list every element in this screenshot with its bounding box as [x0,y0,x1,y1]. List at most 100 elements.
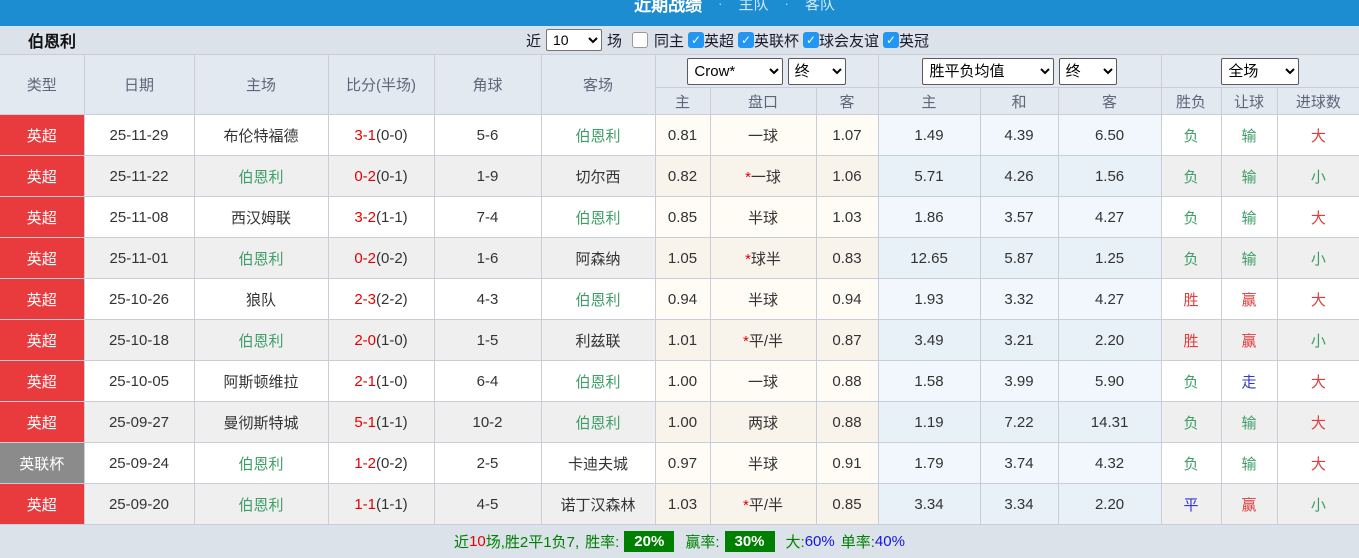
result-handicap: 输 [1241,127,1257,145]
date-cell: 25-11-22 [83,155,195,197]
europe-home-odds: 1.19 [877,401,981,443]
result-goals: 小 [1310,332,1326,350]
tab-home-team[interactable]: 主队 [738,0,768,14]
asia-away-odds: 1.06 [815,155,879,197]
europe-home-odds: 1.49 [877,114,981,156]
handicap-text: 平/半 [748,496,783,514]
single-rate-label: 单率: [840,534,875,551]
league-badge: 英超 [0,401,85,443]
europe-home-odds: 3.34 [877,483,981,525]
asia-home-odds: 0.85 [654,196,711,238]
league-checkbox-qiuhuiyouyi[interactable] [803,32,820,48]
result-wdl-cell: 负 [1160,196,1222,238]
league-checkbox-yinglianbei[interactable] [738,32,754,48]
result-goals: 大 [1310,291,1326,309]
result-wdl: 平 [1183,496,1199,514]
result-wdl: 胜 [1183,291,1199,309]
result-wdl-cell: 负 [1160,114,1222,156]
result-wdl: 负 [1183,455,1199,473]
separator-dot: · [718,0,723,11]
result-handicap: 输 [1241,455,1257,473]
league-badge: 英超 [0,483,85,525]
home-team-cell: 阿斯顿维拉 [193,360,329,402]
date-cell: 25-10-18 [83,319,195,361]
col-header-date: 日期 [83,54,195,115]
full-time-score: 2-0 [354,331,376,349]
score-cell: 3-1(0-0) [327,114,435,156]
europe-time-select[interactable]: 终 [1058,57,1117,85]
europe-draw-odds: 3.21 [979,319,1059,361]
score-cell: 5-1(1-1) [327,401,435,443]
corner-cell: 1-6 [433,237,542,279]
europe-away-odds: 1.56 [1057,155,1162,197]
result-handicap: 赢 [1241,496,1257,514]
handicap-text: 一球 [750,168,781,186]
recent-count-select[interactable]: 10 [545,29,602,51]
result-goals: 大 [1310,414,1326,432]
recent-label: 近 [525,32,541,50]
asia-handicap-cell: *球半 [709,237,817,279]
league-label-qiuhuiyouyi: 球会友谊 [819,32,880,50]
asia-home-odds: 1.00 [654,401,711,443]
away-team-cell: 卡迪夫城 [540,442,656,484]
col-header-corner: 角球 [433,54,542,115]
section-title: 近期战绩 [634,0,703,15]
league-label-yingguan: 英冠 [899,32,930,50]
table-row: 英超 25-09-27 曼彻斯特城 5-1(1-1) 10-2 伯恩利 1.00… [0,401,1359,443]
asia-company-select[interactable]: Crow* [687,57,784,85]
full-time-score: 5-1 [354,413,376,431]
full-time-score: 0-2 [354,249,376,267]
result-handicap: 输 [1241,414,1257,432]
away-team-cell: 伯恩利 [540,278,656,320]
date-cell: 25-09-27 [83,401,195,443]
result-handicap-cell: 输 [1220,401,1278,443]
single-rate: 40% [874,533,905,550]
table-row: 英联杯 25-09-24 伯恩利 1-2(0-2) 2-5 卡迪夫城 0.97 … [0,442,1359,484]
subheader-result-wdl: 胜负 [1160,87,1222,115]
scope-select[interactable]: 全场 [1221,57,1300,85]
half-time-score: (1-0) [376,331,408,349]
result-wdl: 负 [1183,209,1199,227]
europe-draw-odds: 3.99 [979,360,1059,402]
europe-company-select[interactable]: 胜平负均值 [922,57,1055,85]
corner-cell: 1-9 [433,155,542,197]
half-time-score: (1-1) [376,495,408,513]
same-home-checkbox[interactable] [631,32,648,48]
away-team-cell: 诺丁汉森林 [540,483,656,525]
score-cell: 0-2(0-2) [327,237,435,279]
subheader-eu-draw: 和 [979,87,1059,115]
subheader-result-goals: 进球数 [1276,87,1359,115]
result-goals-cell: 小 [1276,237,1359,279]
corner-cell: 4-3 [433,278,542,320]
tab-away-team[interactable]: 客队 [805,0,835,14]
table-row: 英超 25-11-01 伯恩利 0-2(0-2) 1-6 阿森纳 1.05 *球… [0,237,1359,279]
home-team-cell: 伯恩利 [193,483,329,525]
league-badge: 英超 [0,360,85,402]
result-handicap-cell: 输 [1220,155,1278,197]
result-handicap: 输 [1241,209,1257,227]
europe-draw-odds: 3.34 [979,483,1059,525]
away-team-name: 伯恩利 [575,373,621,391]
score-cell: 1-1(1-1) [327,483,435,525]
asia-time-select[interactable]: 终 [787,57,846,85]
half-time-score: (0-2) [376,454,408,472]
home-team-name: 阿斯顿维拉 [223,373,299,391]
full-time-score: 1-2 [354,454,376,472]
handicap-text: 平/半 [748,332,783,350]
result-wdl-cell: 胜 [1160,319,1222,361]
result-wdl-cell: 胜 [1160,278,1222,320]
home-team-name: 曼彻斯特城 [223,414,299,432]
corner-cell: 4-5 [433,483,542,525]
handicap-text: 一球 [747,373,778,391]
table-row: 英超 25-11-29 布伦特福德 3-1(0-0) 5-6 伯恩利 0.81 … [0,114,1359,156]
away-team-name: 伯恩利 [575,291,621,309]
table-row: 英超 25-11-08 西汉姆联 3-2(1-1) 7-4 伯恩利 0.85 半… [0,196,1359,238]
league-checkbox-yingchao[interactable] [687,32,704,48]
home-team-name: 伯恩利 [238,250,284,268]
home-team-name: 伯恩利 [238,455,284,473]
asia-handicap-cell: 半球 [709,196,817,238]
result-goals-cell: 小 [1276,155,1359,197]
date-cell: 25-11-08 [83,196,195,238]
league-checkbox-yingguan[interactable] [883,32,900,48]
europe-away-odds: 6.50 [1057,114,1162,156]
